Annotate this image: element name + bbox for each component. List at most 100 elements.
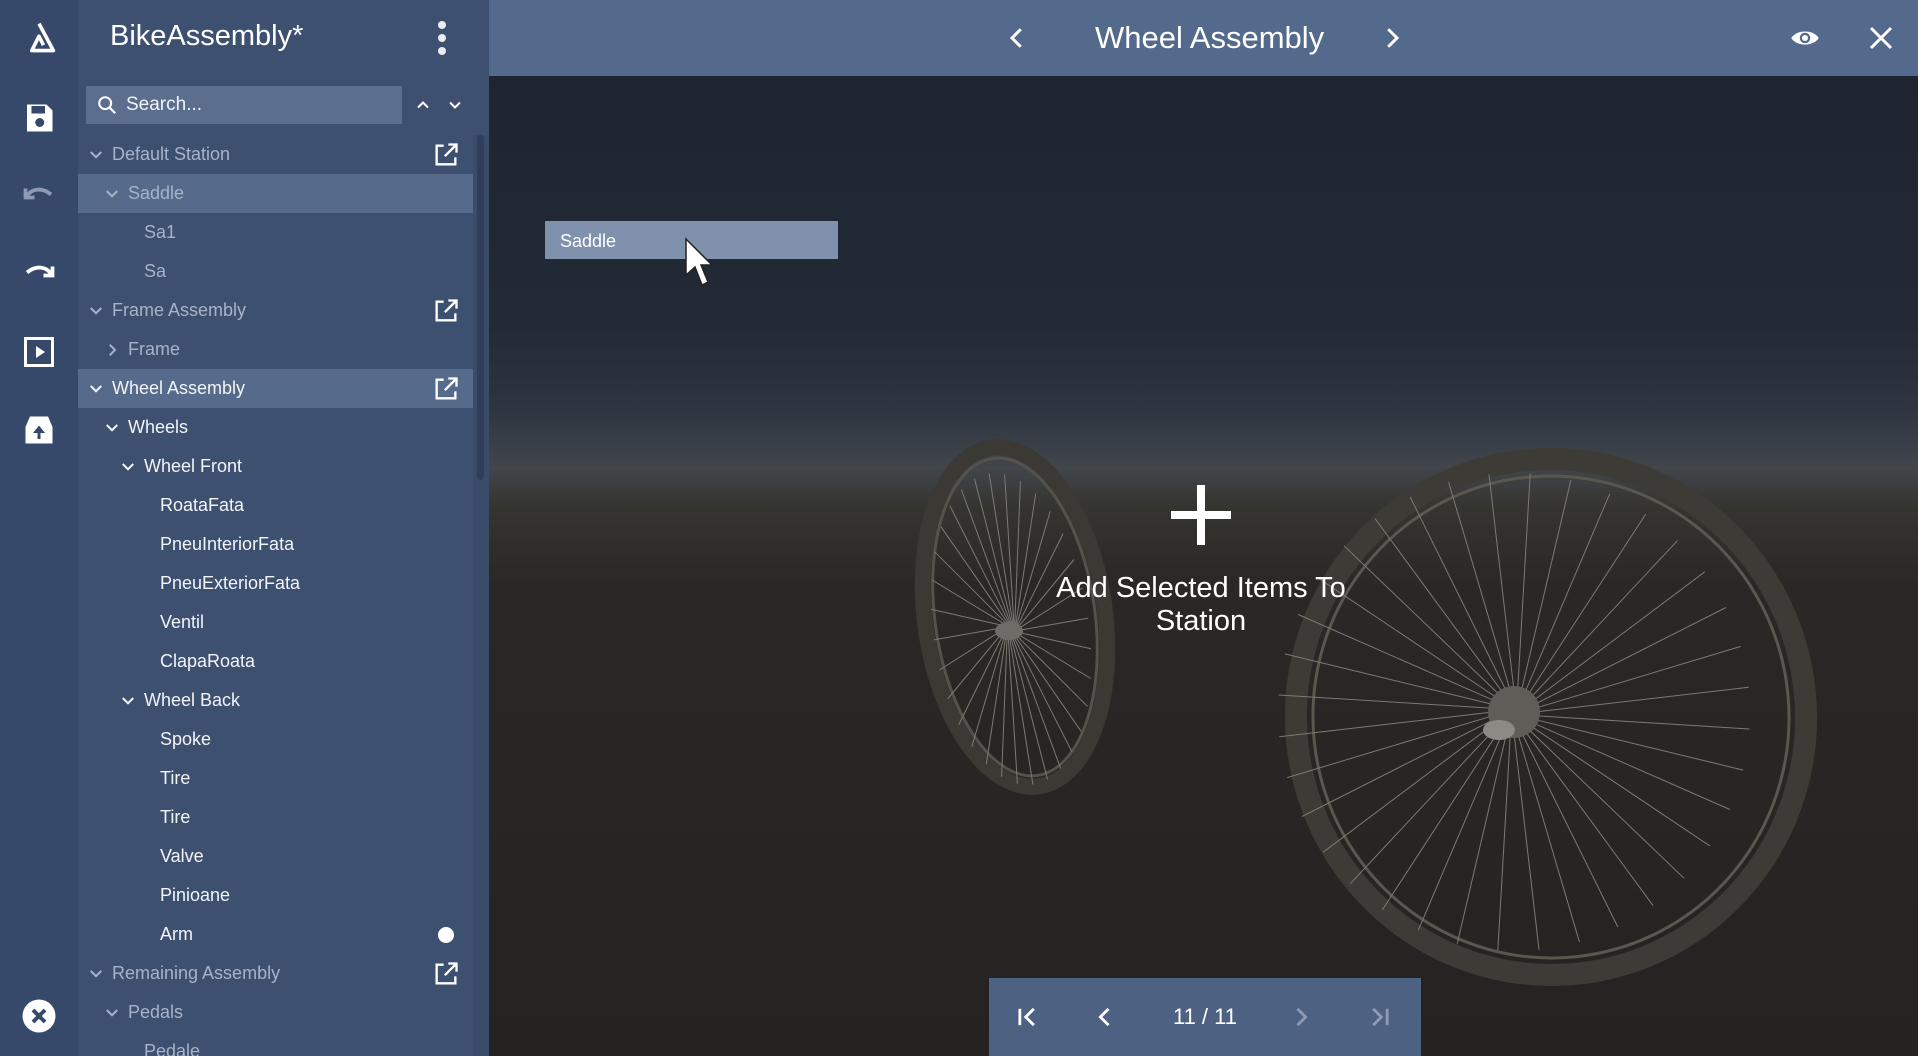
prev-page-button[interactable] [1085, 997, 1125, 1037]
search-next-button[interactable] [442, 92, 468, 118]
tree-item-label: Valve [160, 846, 204, 866]
chevron-down-icon[interactable] [102, 184, 122, 204]
more-options-icon[interactable] [430, 18, 454, 58]
tree-item[interactable]: Remaining Assembly [78, 954, 473, 993]
rear-wheel-model [1278, 448, 1818, 986]
tree-item-label: Frame Assembly [112, 300, 247, 320]
tree-item-label: Default Station [112, 144, 231, 164]
chevron-right-icon[interactable] [102, 340, 122, 360]
tree-scrollbar-thumb[interactable] [477, 135, 484, 480]
chevron-down-icon[interactable] [86, 145, 106, 165]
next-page-button[interactable] [1281, 997, 1321, 1037]
tree-item[interactable]: Frame Assembly [78, 291, 473, 330]
tree-item-label: Pedale [144, 1041, 201, 1056]
tree-item[interactable]: Sa1 [78, 213, 473, 252]
tree-item[interactable]: Saddle [78, 174, 473, 213]
chevron-down-icon[interactable] [102, 418, 122, 438]
chevron-down-icon[interactable] [86, 301, 106, 321]
tree-item-label: Wheel Front [144, 456, 243, 476]
tree-item[interactable]: Wheels [78, 408, 473, 447]
play-icon [24, 337, 54, 367]
tool-rail [0, 0, 78, 1056]
previous-station-button[interactable] [995, 16, 1039, 60]
tree-item-label: Sa1 [144, 222, 177, 242]
chevron-down-icon[interactable] [86, 379, 106, 399]
upload-button[interactable] [0, 400, 78, 460]
close-app-button[interactable] [0, 986, 78, 1046]
panel-header: BikeAssembly* [78, 0, 489, 76]
tree-item-label: Wheels [128, 417, 189, 437]
tree-item[interactable]: Pinioane [78, 876, 473, 915]
close-icon [1869, 26, 1893, 50]
eye-icon [1791, 31, 1819, 45]
open-external-icon[interactable] [432, 141, 460, 169]
tree-item[interactable]: RoataFata [78, 486, 473, 525]
tree-item[interactable]: PneuExteriorFata [78, 564, 473, 603]
tree-item-label: Saddle [128, 183, 185, 203]
station-header: Wheel Assembly [489, 0, 1918, 76]
tree-item[interactable]: Pedals [78, 993, 473, 1032]
play-button[interactable] [0, 322, 78, 382]
search-previous-button[interactable] [410, 92, 436, 118]
tree-item-label: PneuInteriorFata [160, 534, 295, 554]
undo-icon [23, 187, 53, 200]
chevron-up-icon [417, 101, 429, 109]
tree-item[interactable]: Wheel Assembly [78, 369, 473, 408]
close-circle-icon [22, 999, 56, 1033]
first-page-button[interactable] [1008, 997, 1048, 1037]
tree-item-label: Pedals [128, 1002, 184, 1022]
chevron-down-icon[interactable] [118, 457, 138, 477]
station-pager: 11 / 11 [989, 978, 1421, 1056]
tree-item[interactable]: Pedale [78, 1032, 473, 1056]
tree-item-label: RoataFata [160, 495, 245, 515]
tree-item[interactable]: Wheel Back [78, 681, 473, 720]
last-page-button[interactable] [1359, 997, 1399, 1037]
tree-item[interactable]: Frame [78, 330, 473, 369]
tree-item[interactable]: Ventil [78, 603, 473, 642]
chevron-right-icon [1387, 28, 1400, 48]
chevron-down-icon[interactable] [86, 964, 106, 984]
undo-button[interactable] [0, 166, 78, 226]
next-page-icon [1296, 1007, 1308, 1027]
tree-item[interactable]: ClapaRoata [78, 642, 473, 681]
tree-item[interactable]: Default Station [78, 135, 473, 174]
tree-scrollbar[interactable] [473, 135, 489, 1056]
chevron-down-icon[interactable] [118, 691, 138, 711]
tree-item[interactable]: Valve [78, 837, 473, 876]
status-dot-icon [438, 927, 454, 943]
visibility-toggle[interactable] [1783, 16, 1827, 60]
page-counter: 11 / 11 [1172, 1004, 1237, 1029]
search-input[interactable] [126, 94, 386, 116]
next-station-button[interactable] [1370, 16, 1414, 60]
tree-item[interactable]: Spoke [78, 720, 473, 759]
save-button[interactable] [0, 88, 78, 148]
tree-item[interactable]: PneuInteriorFata [78, 525, 473, 564]
tree-item[interactable]: Tire [78, 759, 473, 798]
chevron-down-icon[interactable] [102, 1003, 122, 1023]
tree-item-label: Tire [160, 768, 191, 788]
tree-item-label: Tire [160, 807, 191, 827]
tree-item-label: ClapaRoata [160, 651, 256, 671]
3d-viewport[interactable]: Saddle Add Selected Items To Station [489, 76, 1918, 1056]
open-external-icon[interactable] [432, 375, 460, 403]
chevron-down-icon [449, 101, 461, 109]
mouse-cursor-icon [685, 237, 714, 287]
upload-icon [25, 416, 53, 444]
open-external-icon[interactable] [432, 960, 460, 988]
redo-button[interactable] [0, 244, 78, 304]
tree-item[interactable]: Tire [78, 798, 473, 837]
open-external-icon[interactable] [432, 297, 460, 325]
tree-item[interactable]: Sa [78, 252, 473, 291]
tree-item[interactable]: Arm [78, 915, 473, 954]
search-box[interactable] [86, 86, 402, 124]
tree-item[interactable]: Wheel Front [78, 447, 473, 486]
assembly-tree: Default Station Saddle Sa1 Sa Frame Assembly… [78, 135, 473, 1056]
close-station-button[interactable] [1859, 16, 1903, 60]
